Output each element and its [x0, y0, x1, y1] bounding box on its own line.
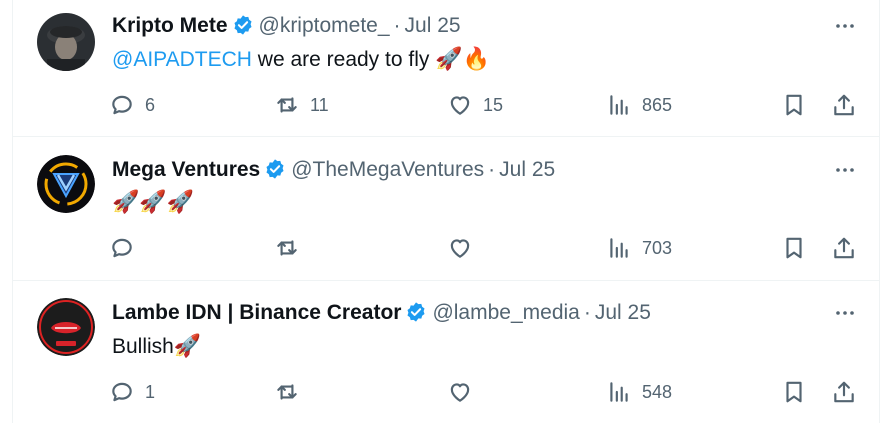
bookmark-button[interactable] — [781, 233, 807, 263]
like-button[interactable] — [447, 377, 483, 407]
bookmark-icon — [786, 94, 802, 116]
tweet-actions: 1 548 — [109, 377, 859, 407]
tweet-actions: 6 11 15 865 — [109, 90, 859, 120]
tweet-actions: 703 — [109, 233, 859, 263]
like-button[interactable] — [447, 233, 483, 263]
author-name[interactable]: Lambe IDN | Binance Creator — [112, 301, 401, 324]
retweet-button[interactable] — [274, 377, 310, 407]
author-name[interactable]: Kripto Mete — [112, 14, 228, 37]
separator: · — [488, 158, 496, 181]
emoji: 🚀🔥 — [435, 46, 490, 71]
tweet-text: 🚀🚀🚀 — [112, 188, 194, 217]
reply-count: 1 — [145, 381, 156, 402]
avatar[interactable] — [37, 155, 95, 213]
bookmark-icon — [786, 381, 802, 403]
bar-chart-icon — [610, 382, 628, 402]
retweet-icon — [277, 97, 297, 113]
retweet-button[interactable]: 11 — [274, 90, 329, 120]
tweet-header: Kripto Mete @kriptomete_ · Jul 25 — [112, 12, 461, 40]
tweet-date[interactable]: Jul 25 — [405, 14, 461, 37]
bookmark-icon — [786, 237, 802, 259]
reply-button[interactable] — [109, 233, 145, 263]
tweet[interactable]: Kripto Mete @kriptomete_ · Jul 25 @AIPADTEC… — [13, 0, 879, 137]
avatar[interactable] — [37, 13, 95, 71]
mention-link[interactable]: @AIPADTECH — [112, 48, 252, 71]
emoji: 🚀🚀🚀 — [112, 189, 195, 214]
tweet-date[interactable]: Jul 25 — [499, 158, 555, 181]
verified-badge-icon — [232, 14, 254, 36]
tweet-date[interactable]: Jul 25 — [595, 301, 651, 324]
share-button[interactable] — [831, 233, 857, 263]
heart-icon — [450, 96, 470, 115]
author-handle[interactable]: @TheMegaVentures — [291, 158, 484, 181]
avatar[interactable] — [37, 298, 95, 356]
tweet-body: Bullish — [112, 335, 174, 358]
tweet-header: Lambe IDN | Binance Creator @lambe_media ·… — [112, 299, 651, 327]
verified-badge-icon — [405, 301, 427, 323]
like-count: 15 — [483, 94, 504, 115]
share-icon — [834, 381, 854, 403]
tweet-text: @AIPADTECH we are ready to fly 🚀🔥 — [112, 45, 490, 74]
views-button[interactable]: 548 — [606, 377, 672, 407]
retweet-count: 11 — [310, 94, 329, 115]
view-count: 548 — [642, 381, 673, 402]
like-button[interactable]: 15 — [447, 90, 503, 120]
retweet-button[interactable] — [274, 233, 310, 263]
bar-chart-icon — [610, 238, 628, 258]
reply-button[interactable]: 1 — [109, 377, 155, 407]
reply-button[interactable]: 6 — [109, 90, 155, 120]
share-icon — [834, 237, 854, 259]
speech-bubble-icon — [112, 238, 132, 258]
retweet-icon — [277, 384, 297, 400]
tweet-body: we are ready to fly — [251, 48, 436, 71]
timeline-feed: Kripto Mete @kriptomete_ · Jul 25 @AIPADTEC… — [12, 0, 880, 423]
reply-count: 6 — [145, 94, 156, 115]
bar-chart-icon — [610, 95, 628, 115]
view-count: 703 — [642, 237, 673, 258]
ellipsis-icon[interactable] — [833, 158, 857, 182]
verified-badge-icon — [264, 158, 286, 180]
bookmark-button[interactable] — [781, 90, 807, 120]
ellipsis-icon[interactable] — [833, 301, 857, 325]
heart-icon — [450, 383, 470, 402]
bookmark-button[interactable] — [781, 377, 807, 407]
author-handle[interactable]: @kriptomete_ — [259, 14, 390, 37]
views-button[interactable]: 703 — [606, 233, 672, 263]
retweet-icon — [277, 240, 297, 256]
tweet-text: Bullish🚀 — [112, 332, 201, 361]
author-name[interactable]: Mega Ventures — [112, 158, 260, 181]
separator: · — [393, 14, 401, 37]
speech-bubble-icon — [112, 95, 132, 115]
speech-bubble-icon — [112, 382, 132, 402]
share-button[interactable] — [831, 377, 857, 407]
emoji: 🚀 — [173, 333, 202, 358]
views-button[interactable]: 865 — [606, 90, 672, 120]
tweet[interactable]: Mega Ventures @TheMegaVentures · Jul 25 🚀🚀🚀… — [13, 137, 879, 281]
share-icon — [834, 94, 854, 116]
heart-icon — [450, 239, 470, 258]
share-button[interactable] — [831, 90, 857, 120]
separator: · — [583, 301, 591, 324]
view-count: 865 — [642, 94, 673, 115]
tweet[interactable]: Lambe IDN | Binance Creator @lambe_media ·… — [13, 281, 879, 423]
tweet-header: Mega Ventures @TheMegaVentures · Jul 25 — [112, 156, 555, 184]
ellipsis-icon[interactable] — [833, 14, 857, 38]
author-handle[interactable]: @lambe_media — [432, 301, 579, 324]
